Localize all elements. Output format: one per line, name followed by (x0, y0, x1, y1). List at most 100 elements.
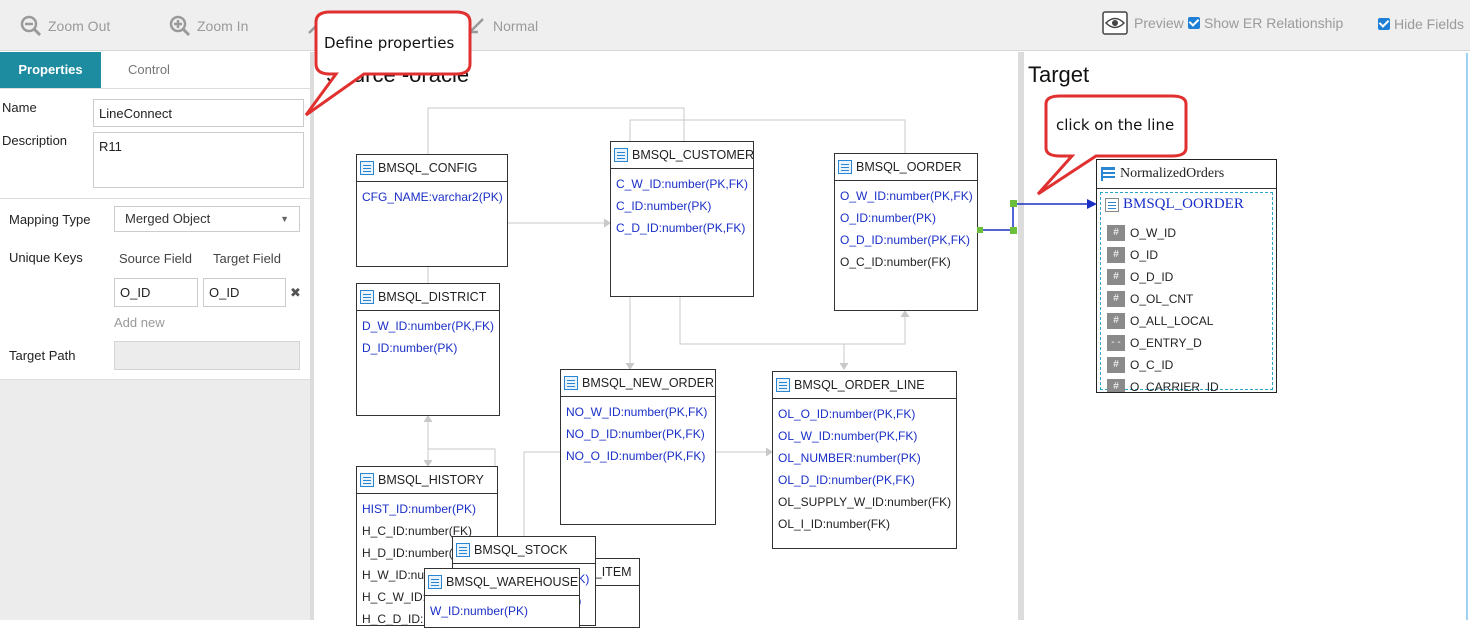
zoom-in-button[interactable]: Zoom In (169, 14, 248, 38)
table-field[interactable]: W_ID:number(PK) (425, 600, 579, 622)
table-fields: OL_O_ID:number(PK,FK) OL_W_ID:number(PK,F… (773, 399, 956, 535)
unique-keys-label: Unique Keys (9, 250, 83, 265)
toolbar: Zoom Out Zoom In Normal Preview Show ER … (0, 0, 1470, 51)
table-field[interactable]: HIST_ID:number(PK) (357, 498, 497, 520)
remove-key-icon[interactable]: ✖ (290, 285, 301, 301)
relation-line[interactable] (428, 448, 496, 466)
normal-label: Normal (493, 18, 539, 34)
table-field[interactable]: NO_W_ID:number(PK,FK) (561, 401, 715, 423)
table-field[interactable]: OL_SUPPLY_W_ID:number(FK) (773, 491, 956, 513)
table-fields: NO_W_ID:number(PK,FK) NO_D_ID:number(PK,F… (561, 397, 715, 467)
table-field[interactable]: OL_O_ID:number(PK,FK) (773, 403, 956, 425)
hide-fields-checkbox[interactable] (1378, 18, 1390, 30)
add-new-link[interactable]: Add new (114, 315, 165, 330)
table-name: BMSQL_ORDER_LINE (794, 378, 925, 392)
table-field[interactable]: OL_I_ID:number(FK) (773, 513, 956, 535)
description-label: Description (2, 133, 68, 148)
line-handle[interactable] (1010, 227, 1017, 234)
number-type-icon: # (1107, 247, 1125, 263)
divider (0, 198, 310, 199)
target-field-label: O_W_ID (1130, 226, 1177, 240)
table-field[interactable]: C_ID:number(PK) (611, 195, 753, 217)
target-field-label: Target Field (213, 251, 281, 266)
line-handle[interactable] (1010, 200, 1017, 207)
target-field[interactable]: # O_W_ID (1107, 223, 1176, 243)
table-fields: W_ID:number(PK) (425, 596, 579, 622)
target-field[interactable]: # O_OL_CNT (1107, 289, 1193, 309)
table-field[interactable]: CFG_NAME:varchar2(PK) (357, 186, 507, 208)
table-bmsql-order-line[interactable]: BMSQL_ORDER_LINE OL_O_ID:number(PK,FK) OL… (772, 371, 957, 549)
panel-tabs: Properties Control (0, 52, 310, 89)
mapping-line[interactable] (975, 195, 1105, 240)
source-key-input[interactable] (114, 278, 198, 307)
define-properties-text: Define properties (324, 34, 455, 52)
table-bmsql-warehouse[interactable]: BMSQL_WAREHOUSE W_ID:number(PK) (424, 568, 580, 628)
tab-properties[interactable]: Properties (0, 52, 101, 88)
chevron-down-icon: ▼ (280, 214, 289, 224)
show-er-toggle[interactable]: Show ER Relationship (1188, 11, 1343, 35)
table-name: BMSQL_CUSTOMER (632, 148, 754, 162)
show-er-label: Show ER Relationship (1204, 15, 1344, 31)
table-field[interactable]: O_W_ID:number(PK,FK) (835, 185, 977, 207)
show-er-checkbox[interactable] (1188, 17, 1200, 29)
target-path-field[interactable] (114, 341, 300, 370)
table-bmsql-district[interactable]: BMSQL_DISTRICT D_W_ID:number(PK,FK) D_ID:… (356, 283, 500, 416)
target-field[interactable]: # O_C_ID (1107, 355, 1173, 375)
number-type-icon: # (1107, 379, 1125, 392)
table-field[interactable]: O_D_ID:number(PK,FK) (835, 229, 977, 251)
table-icon (428, 575, 442, 589)
table-field[interactable]: O_C_ID:number(FK) (835, 251, 977, 273)
date-type-icon: ‑ ‑ (1107, 335, 1125, 351)
table-field[interactable]: OL_W_ID:number(PK,FK) (773, 425, 956, 447)
target-field-label: O_C_ID (1130, 358, 1174, 372)
table-name: BMSQL_OORDER (856, 160, 962, 174)
table-field[interactable]: D_W_ID:number(PK,FK) (357, 315, 499, 337)
table-fields: D_W_ID:number(PK,FK) D_ID:number(PK) (357, 311, 499, 359)
hide-fields-toggle[interactable]: Hide Fields (1378, 12, 1464, 36)
source-field-label: Source Field (119, 251, 192, 266)
table-field[interactable]: OL_D_ID:number(PK,FK) (773, 469, 956, 491)
table-name: BMSQL_HISTORY (378, 473, 484, 487)
table-field[interactable]: D_ID:number(PK) (357, 337, 499, 359)
target-title: Target (1028, 62, 1090, 87)
target-field[interactable]: # O_ID (1107, 245, 1158, 265)
table-icon (360, 290, 374, 304)
arrow-icon (839, 362, 849, 370)
sub-entity[interactable]: BMSQL_OORDER # O_W_ID # O_ID # O_D_ID # O_OL_CN… (1100, 192, 1273, 393)
target-field[interactable]: # O_D_ID (1107, 267, 1173, 287)
description-field[interactable]: R11 (93, 132, 304, 188)
table-fields: C_W_ID:number(PK,FK) C_ID:number(PK) C_D_I… (611, 169, 753, 239)
preview-button[interactable]: Preview (1102, 11, 1184, 35)
zoom-in-label: Zoom In (197, 18, 249, 34)
table-field[interactable]: C_D_ID:number(PK,FK) (611, 217, 753, 239)
zoom-out-button[interactable]: Zoom Out (20, 14, 110, 38)
target-field-label: O_CARRIER_ID (1130, 380, 1219, 393)
define-properties-callout (304, 10, 472, 117)
name-field[interactable] (93, 99, 304, 127)
table-bmsql-config[interactable]: BMSQL_CONFIG CFG_NAME:varchar2(PK) (356, 154, 508, 267)
table-field[interactable]: OL_NUMBER:number(PK) (773, 447, 956, 469)
table-icon (360, 161, 374, 175)
target-field[interactable]: ‑ ‑ O_ENTRY_D (1107, 333, 1202, 353)
table-field[interactable]: C_W_ID:number(PK,FK) (611, 173, 753, 195)
table-bmsql-oorder[interactable]: BMSQL_OORDER O_W_ID:number(PK,FK) O_ID:nu… (834, 153, 978, 311)
arrow-icon (900, 310, 910, 318)
mapping-type-select[interactable]: Merged Object ▼ (114, 206, 300, 232)
table-field[interactable]: NO_D_ID:number(PK,FK) (561, 423, 715, 445)
table-name: BMSQL_DISTRICT (378, 290, 487, 304)
number-type-icon: # (1107, 225, 1125, 241)
target-field[interactable]: # O_ALL_LOCAL (1107, 311, 1213, 331)
mapping-type-label: Mapping Type (9, 212, 91, 227)
line-handle[interactable] (977, 227, 983, 233)
number-type-icon: # (1107, 313, 1125, 329)
table-bmsql-customer[interactable]: BMSQL_CUSTOMER C_W_ID:number(PK,FK) C_ID:… (610, 141, 754, 297)
number-type-icon: # (1107, 291, 1125, 307)
target-field[interactable]: # O_CARRIER_ID (1107, 377, 1219, 393)
table-field[interactable]: NO_O_ID:number(PK,FK) (561, 445, 715, 467)
table-icon (456, 543, 470, 557)
target-key-input[interactable] (203, 278, 286, 307)
table-bmsql-new-order[interactable]: BMSQL_NEW_ORDER NO_W_ID:number(PK,FK) NO_… (560, 369, 716, 525)
table-field[interactable]: O_ID:number(PK) (835, 207, 977, 229)
source-canvas[interactable]: Source -oracle BMSQL_CONFIG CFG_NAME:var… (314, 53, 1018, 628)
tab-control[interactable]: Control (101, 52, 197, 88)
